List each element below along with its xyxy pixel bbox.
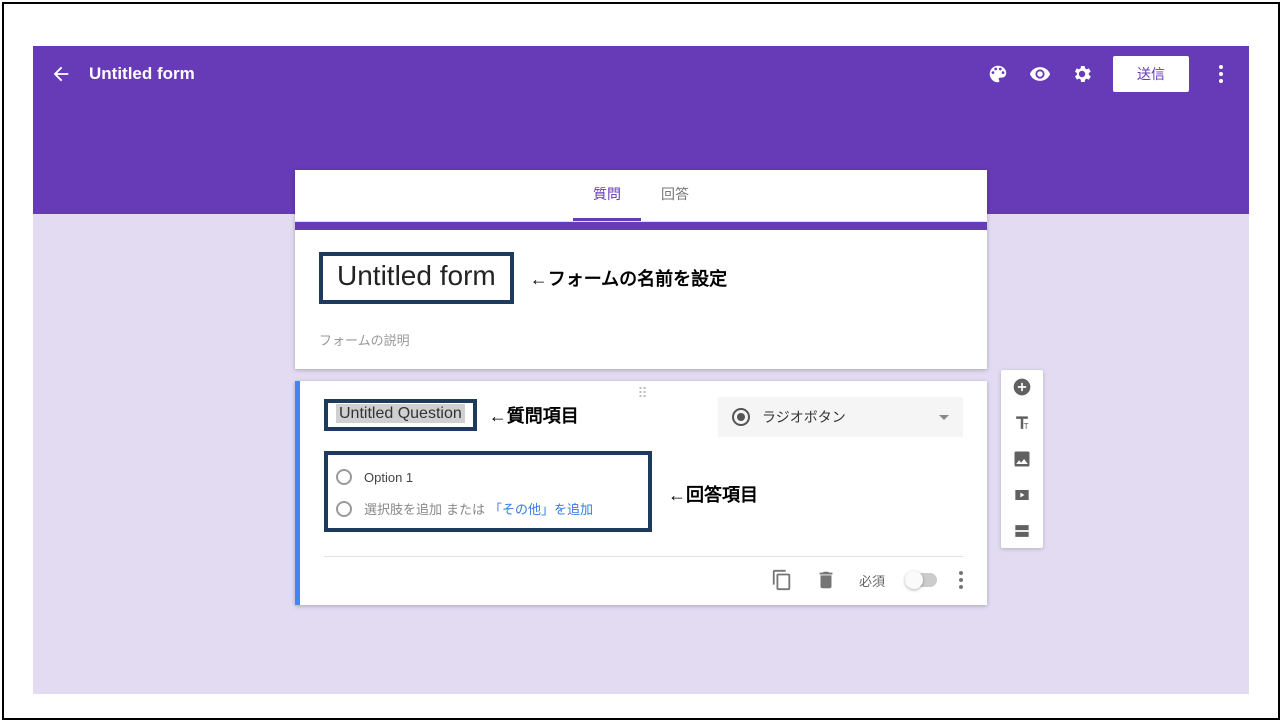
gear-icon — [1071, 63, 1093, 85]
more-menu-button[interactable] — [1209, 65, 1233, 83]
preview-button[interactable] — [1029, 63, 1051, 85]
video-icon — [1012, 485, 1032, 505]
form-title-annotation: ←フォームの名前を設定 — [530, 265, 727, 291]
form-title-highlight: Untitled form — [319, 252, 514, 304]
chevron-down-icon — [939, 415, 949, 420]
radio-icon — [732, 408, 750, 426]
question-type-select[interactable]: ラジオボタン — [718, 397, 963, 437]
question-title-input[interactable]: Untitled Question — [336, 404, 465, 423]
palette-icon — [987, 63, 1009, 85]
text-icon: T — [1012, 413, 1032, 433]
radio-outline-icon — [336, 469, 352, 485]
add-question-button[interactable] — [1011, 376, 1033, 398]
add-title-button[interactable]: T — [1011, 412, 1033, 434]
back-button[interactable] — [49, 62, 73, 86]
option-row[interactable]: Option 1 — [336, 463, 640, 491]
divider — [324, 556, 963, 557]
drag-handle[interactable]: ⠿ — [637, 385, 649, 402]
add-option-button[interactable]: 選択肢を追加 — [364, 499, 442, 518]
question-title-highlight: Untitled Question — [324, 399, 477, 431]
section-icon — [1012, 521, 1032, 541]
or-text: または — [446, 499, 485, 518]
app-title[interactable]: Untitled form — [89, 64, 987, 84]
options-annotation: ←回答項目 — [668, 481, 758, 507]
required-label: 必須 — [859, 571, 885, 590]
form-title-input[interactable]: Untitled form — [337, 260, 496, 292]
add-other-button[interactable]: 「その他」を追加 — [489, 499, 593, 518]
tabs: 質問 回答 — [295, 170, 987, 222]
add-image-button[interactable] — [1011, 448, 1033, 470]
add-video-button[interactable] — [1011, 484, 1033, 506]
plus-circle-icon — [1012, 377, 1032, 397]
question-type-label: ラジオボタン — [762, 407, 939, 427]
delete-button[interactable] — [815, 569, 837, 591]
tab-questions[interactable]: 質問 — [573, 170, 641, 221]
side-toolbar: T — [1001, 370, 1043, 548]
settings-button[interactable] — [1071, 63, 1093, 85]
option-text[interactable]: Option 1 — [364, 470, 413, 485]
radio-outline-icon — [336, 501, 352, 517]
svg-text:T: T — [1024, 421, 1029, 431]
image-icon — [1012, 449, 1032, 469]
copy-button[interactable] — [771, 569, 793, 591]
question-more-button[interactable] — [959, 571, 963, 589]
send-button[interactable]: 送信 — [1113, 56, 1189, 92]
form-description-input[interactable]: フォームの説明 — [319, 330, 963, 349]
required-toggle[interactable] — [907, 573, 937, 587]
header-bar: Untitled form 送信 — [33, 46, 1249, 102]
options-highlight: Option 1 選択肢を追加 または 「その他」を追加 — [324, 451, 652, 532]
arrow-left-icon — [50, 63, 72, 85]
palette-button[interactable] — [987, 63, 1009, 85]
add-section-button[interactable] — [1011, 520, 1033, 542]
question-title-annotation: ←質問項目 — [489, 402, 579, 428]
eye-icon — [1029, 63, 1051, 85]
tab-responses[interactable]: 回答 — [641, 170, 709, 221]
